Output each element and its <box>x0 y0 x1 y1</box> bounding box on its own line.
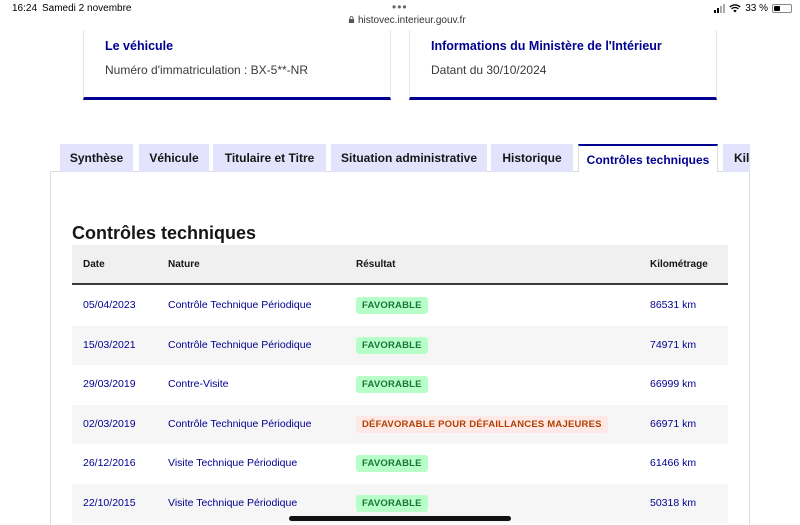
row-date: 29/03/2019 <box>83 378 136 390</box>
tab-controles-techniques[interactable]: Contrôles techniques <box>578 144 718 172</box>
data-date: Datant du 30/10/2024 <box>431 63 547 77</box>
ministry-card-title: Informations du Ministère de l'Intérieur <box>431 39 662 53</box>
row-date: 22/10/2015 <box>83 496 136 509</box>
row-km: 66999 km <box>650 378 697 390</box>
vehicle-card-title: Le véhicule <box>105 39 174 53</box>
cellular-signal-icon <box>714 4 726 13</box>
row-km: 61466 km <box>650 457 697 469</box>
home-indicator[interactable] <box>289 516 511 521</box>
row-km: 74971 km <box>650 338 697 351</box>
tab-vehicule[interactable]: Véhicule <box>139 144 209 172</box>
header-result: Résultat <box>356 259 396 270</box>
ios-status-bar: 16:24 Samedi 2 novembre ••• histovec.int… <box>0 0 800 30</box>
table-row: 05/04/2023 Contrôle Technique Périodique… <box>72 286 728 326</box>
tab-situation-administrative[interactable]: Situation administrative <box>331 144 487 172</box>
section-title: Contrôles techniques <box>72 223 257 243</box>
result-badge: FAVORABLE <box>356 336 428 354</box>
row-km: 86531 km <box>650 299 697 311</box>
tab-synthese[interactable]: Synthèse <box>60 144 133 172</box>
header-km: Kilométrage <box>650 259 708 270</box>
row-nature: Contre-Visite <box>168 378 229 390</box>
result-badge: FAVORABLE <box>356 376 428 393</box>
battery-percent: 33 % <box>745 3 768 14</box>
result-badge: FAVORABLE <box>356 455 428 472</box>
more-dots-icon[interactable]: ••• <box>392 0 408 14</box>
row-nature: Contrôle Technique Périodique <box>168 417 312 430</box>
result-badge: FAVORABLE <box>356 297 428 314</box>
status-date: Samedi 2 novembre <box>42 3 132 14</box>
row-nature: Visite Technique Périodique <box>168 496 298 509</box>
vehicle-card: Le véhicule Numéro d'immatriculation : B… <box>83 30 391 100</box>
result-badge: DÉFAVORABLE POUR DÉFAILLANCES MAJEURES <box>356 415 608 433</box>
row-nature: Contrôle Technique Périodique <box>168 338 312 351</box>
status-indicators: 33 % <box>714 3 792 14</box>
wifi-icon <box>729 4 741 13</box>
row-km: 50318 km <box>650 496 697 509</box>
table-row: 02/03/2019 Contrôle Technique Périodique… <box>72 404 728 444</box>
row-km: 66971 km <box>650 417 697 430</box>
row-date: 02/03/2019 <box>83 417 136 430</box>
lock-icon <box>348 16 355 23</box>
header-date: Date <box>83 259 105 270</box>
tab-kilometrage[interactable]: Kilo <box>723 144 750 172</box>
row-date: 05/04/2023 <box>83 299 136 311</box>
tab-list: Synthèse Véhicule Titulaire et Titre Sit… <box>60 144 750 172</box>
address-bar-url[interactable]: histovec.interieur.gouv.fr <box>358 15 478 26</box>
row-date: 15/03/2021 <box>83 338 136 351</box>
battery-icon <box>772 4 792 13</box>
table-row: 29/03/2019 Contre-Visite FAVORABLE 66999… <box>72 365 728 405</box>
header-nature: Nature <box>168 259 200 270</box>
ministry-info-card: Informations du Ministère de l'Intérieur… <box>409 30 717 100</box>
tab-historique[interactable]: Historique <box>491 144 573 172</box>
row-nature: Visite Technique Périodique <box>168 457 298 469</box>
table-row: 26/12/2016 Visite Technique Périodique F… <box>72 444 728 484</box>
tab-titulaire-titre[interactable]: Titulaire et Titre <box>213 144 326 172</box>
registration-number: Numéro d'immatriculation : BX-5**-NR <box>105 63 309 77</box>
row-nature: Contrôle Technique Périodique <box>168 299 312 311</box>
table-header: Date Nature Résultat Kilométrage <box>72 245 728 285</box>
status-time: 16:24 <box>12 3 38 14</box>
table-row: 15/03/2021 Contrôle Technique Périodique… <box>72 325 728 365</box>
result-badge: FAVORABLE <box>356 494 428 512</box>
row-date: 26/12/2016 <box>83 457 136 469</box>
